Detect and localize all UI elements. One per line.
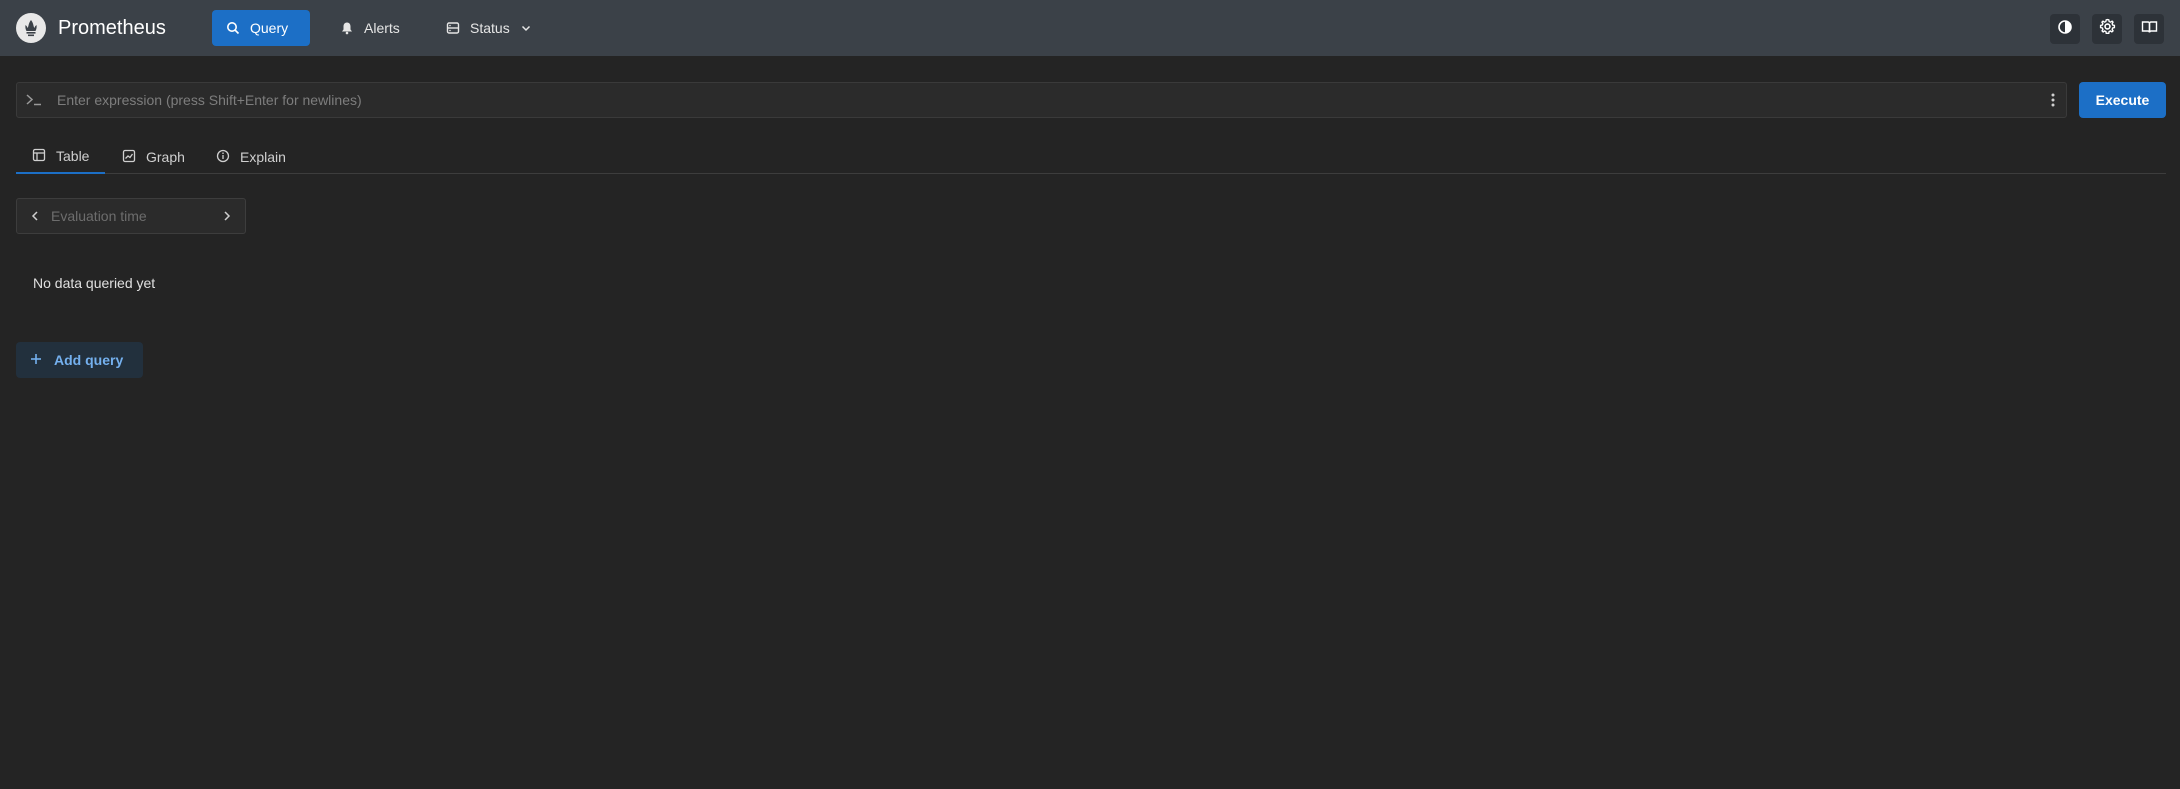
more-options-icon[interactable] bbox=[2050, 92, 2056, 113]
theme-toggle-button[interactable] bbox=[2050, 14, 2080, 44]
search-icon bbox=[226, 21, 240, 35]
contrast-icon bbox=[2057, 19, 2073, 40]
expression-input-group bbox=[16, 82, 2067, 118]
gear-icon bbox=[2099, 18, 2116, 40]
table-icon bbox=[32, 148, 46, 165]
tab-table[interactable]: Table bbox=[16, 140, 106, 174]
chevron-left-icon[interactable] bbox=[29, 209, 41, 228]
documentation-button[interactable] bbox=[2134, 14, 2164, 44]
add-query-button[interactable]: Add query bbox=[16, 342, 143, 378]
tab-graph-label: Graph bbox=[146, 149, 185, 165]
add-query-label: Add query bbox=[54, 352, 124, 368]
server-icon bbox=[446, 21, 460, 35]
view-tabs: Table Graph Explain bbox=[16, 140, 2166, 174]
chevron-down-icon bbox=[520, 22, 532, 34]
book-icon bbox=[2141, 19, 2158, 40]
prometheus-logo-icon bbox=[16, 13, 46, 43]
app-title: Prometheus bbox=[58, 16, 166, 39]
plus-icon bbox=[30, 352, 42, 368]
expression-input[interactable] bbox=[57, 83, 2037, 117]
nav-status-dropdown[interactable]: Status bbox=[432, 10, 546, 46]
tab-explain-label: Explain bbox=[240, 149, 286, 165]
nav-alerts-label: Alerts bbox=[364, 20, 400, 36]
terminal-prompt-icon bbox=[25, 92, 43, 113]
execute-button[interactable]: Execute bbox=[2079, 82, 2166, 118]
evaluation-time-picker bbox=[16, 198, 246, 234]
chart-icon bbox=[122, 149, 136, 166]
tab-graph[interactable]: Graph bbox=[106, 140, 201, 174]
bell-icon bbox=[340, 21, 354, 35]
tab-explain[interactable]: Explain bbox=[200, 140, 302, 174]
nav-query-button[interactable]: Query bbox=[212, 10, 310, 46]
no-data-message: No data queried yet bbox=[33, 275, 156, 291]
nav-alerts-button[interactable]: Alerts bbox=[326, 10, 414, 46]
chevron-right-icon[interactable] bbox=[221, 209, 233, 228]
info-icon bbox=[216, 149, 230, 166]
nav-query-label: Query bbox=[250, 20, 289, 36]
top-navbar: Prometheus Query Alerts Status bbox=[0, 0, 2180, 56]
brand[interactable]: Prometheus bbox=[16, 13, 166, 43]
settings-button[interactable] bbox=[2092, 14, 2122, 44]
tab-table-label: Table bbox=[56, 148, 90, 164]
evaluation-time-input[interactable] bbox=[51, 199, 211, 233]
nav-status-label: Status bbox=[470, 20, 510, 36]
